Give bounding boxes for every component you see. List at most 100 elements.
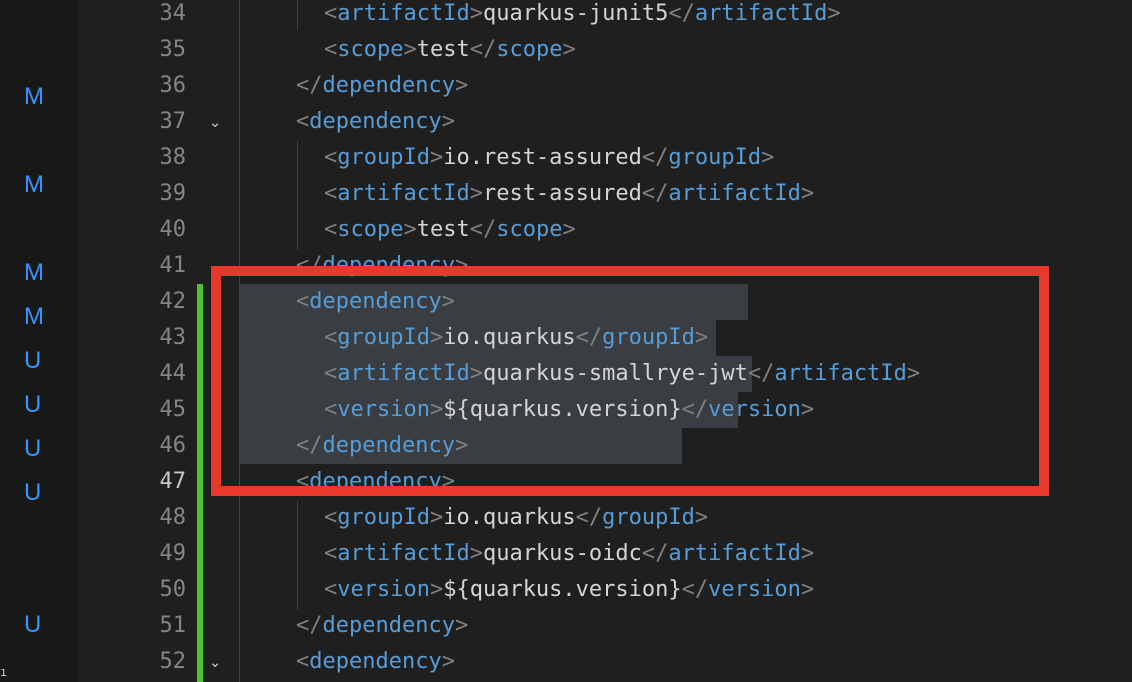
xml-tag-name: groupId [668, 145, 762, 170]
xml-tag-value: quarkus-oidc [482, 541, 642, 566]
code-text: </dependency> [296, 608, 468, 644]
scm-modified-badge: M [24, 83, 44, 110]
code-text: <groupId>io.rest-assured</groupId> [324, 140, 774, 176]
panel-edge-mark: ı [0, 665, 8, 679]
xml-tag-name: groupId [602, 505, 695, 530]
xml-tag-name: dependency [309, 649, 442, 674]
line-number: 47 [159, 469, 187, 494]
xml-tag-name: groupId [337, 145, 430, 170]
line-number: 42 [159, 289, 187, 314]
code-line[interactable]: 40 <scope>test</scope> [78, 212, 1132, 248]
scm-modified-badge: M [24, 303, 44, 330]
tag-bracket: </ [296, 73, 323, 98]
line-number: 43 [159, 325, 187, 350]
xml-tag-value: quarkus-junit5 [482, 1, 669, 26]
xml-tag-name: scope [496, 37, 563, 62]
xml-tag-name: artifactId [668, 541, 801, 566]
code-line[interactable]: 49 <artifactId>quarkus-oidc</artifactId> [78, 536, 1132, 572]
xml-tag-name: version [708, 577, 801, 602]
tag-bracket: > [454, 73, 469, 98]
xml-tag-name: artifactId [337, 1, 470, 26]
tag-bracket: > [694, 505, 709, 530]
line-number: 36 [159, 73, 187, 98]
code-editor[interactable]: 34 <artifactId>quarkus-junit5</artifactId… [78, 0, 1132, 682]
scm-untracked-badge: U [24, 391, 42, 418]
fold-chevron-icon[interactable]: ⌄ [206, 113, 224, 131]
tag-bracket: </ [469, 217, 497, 242]
tag-bracket: </ [575, 505, 603, 530]
tag-bracket: </ [641, 145, 669, 170]
xml-tag-value: test [416, 37, 470, 62]
xml-tag-name: scope [337, 217, 404, 242]
tag-bracket: < [324, 181, 338, 206]
tag-bracket: < [324, 145, 338, 170]
tag-bracket: > [800, 577, 815, 602]
code-line[interactable]: 34 <artifactId>quarkus-junit5</artifactId… [78, 0, 1132, 32]
tag-bracket: > [441, 649, 455, 674]
tag-bracket: < [324, 541, 338, 566]
tag-bracket: > [827, 1, 841, 26]
xml-tag-value: io.quarkus [443, 505, 576, 530]
line-number: 46 [159, 433, 187, 458]
line-number: 37 [159, 109, 187, 134]
scm-untracked-badge: U [24, 479, 42, 506]
code-line[interactable]: 52 ⌄ <dependency> [78, 644, 1132, 680]
xml-tag-name: dependency [322, 613, 455, 638]
xml-tag-value: io.rest-assured [443, 145, 642, 170]
line-number: 34 [159, 1, 187, 26]
tag-bracket: </ [296, 613, 323, 638]
tag-bracket: </ [681, 577, 709, 602]
xml-tag-name: dependency [322, 73, 455, 98]
code-text: <scope>test</scope> [324, 212, 576, 248]
tag-bracket: < [324, 505, 338, 530]
tag-bracket: < [324, 577, 338, 602]
scm-modified-badge: M [24, 171, 44, 198]
scm-decoration-panel: M M M M U U U U U [0, 0, 78, 682]
tag-bracket: > [429, 145, 444, 170]
tag-bracket: > [469, 181, 483, 206]
xml-tag-name: scope [337, 37, 404, 62]
code-text: <scope>test</scope> [324, 32, 576, 68]
code-text: <version>${quarkus.version}</version> [324, 572, 814, 608]
code-line[interactable]: 36 </dependency> [78, 68, 1132, 104]
tag-bracket: </ [469, 37, 497, 62]
xml-tag-value: test [416, 217, 470, 242]
fold-chevron-icon[interactable]: ⌄ [206, 653, 224, 671]
tag-bracket: > [403, 217, 417, 242]
xml-tag-name: groupId [337, 505, 430, 530]
scm-untracked-badge: U [24, 347, 42, 374]
line-number: 50 [159, 577, 187, 602]
xml-tag-name: version [337, 577, 430, 602]
tag-bracket: </ [641, 181, 669, 206]
tag-bracket: > [800, 541, 815, 566]
code-text: <dependency> [296, 644, 455, 680]
line-number: 38 [159, 145, 187, 170]
tag-bracket: </ [641, 541, 669, 566]
scm-modified-badge: M [24, 259, 44, 286]
tag-bracket: < [324, 1, 338, 26]
tag-bracket: </ [668, 1, 695, 26]
highlight-annotation-box [211, 266, 1049, 496]
xml-tag-name: artifactId [337, 541, 470, 566]
code-line[interactable]: 48 <groupId>io.quarkus</groupId> [78, 500, 1132, 536]
tag-bracket: < [296, 109, 310, 134]
tag-bracket: > [403, 37, 417, 62]
xml-tag-name: artifactId [668, 181, 801, 206]
xml-tag-value: rest-assured [482, 181, 642, 206]
line-number: 39 [159, 181, 187, 206]
code-line[interactable]: 38 <groupId>io.rest-assured</groupId> [78, 140, 1132, 176]
code-line[interactable]: 35 <scope>test</scope> [78, 32, 1132, 68]
tag-bracket: > [761, 145, 775, 170]
code-line[interactable]: 39 <artifactId>rest-assured</artifactId> [78, 176, 1132, 212]
code-line[interactable]: 51 </dependency> [78, 608, 1132, 644]
xml-tag-name: dependency [309, 109, 442, 134]
xml-tag-name: scope [496, 217, 563, 242]
xml-tag-name: artifactId [337, 181, 470, 206]
line-number: 52 [159, 649, 187, 674]
tag-bracket: > [441, 109, 455, 134]
line-number: 45 [159, 397, 187, 422]
code-text: </dependency> [296, 68, 468, 104]
code-line[interactable]: 50 <version>${quarkus.version}</version> [78, 572, 1132, 608]
scm-untracked-badge: U [24, 611, 42, 638]
code-line[interactable]: 37 ⌄ <dependency> [78, 104, 1132, 140]
